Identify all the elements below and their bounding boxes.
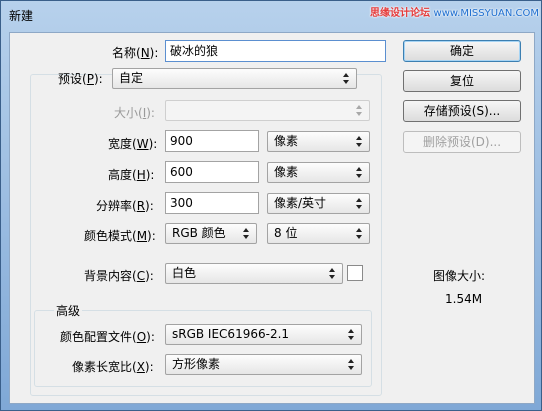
pixel-aspect-label: 像素长宽比(X): <box>72 360 154 374</box>
bit-depth-select[interactable]: 8 位 <box>267 223 370 244</box>
image-size-label: 图像大小: <box>433 269 486 283</box>
updown-arrow-icon <box>347 328 355 341</box>
preset-label: 预设(P): <box>58 72 103 86</box>
width-input[interactable]: 900 <box>165 130 259 152</box>
watermark: 思缘设计论坛 www.MISSYUAN.COM <box>370 4 539 19</box>
updown-arrow-icon <box>342 72 350 85</box>
height-unit-select[interactable]: 像素 <box>267 162 370 183</box>
color-profile-value: sRGB IEC61966-2.1 <box>172 327 290 341</box>
pixel-aspect-value: 方形像素 <box>172 357 221 371</box>
updown-arrow-icon <box>242 227 250 240</box>
updown-arrow-icon <box>328 267 336 280</box>
size-select[interactable] <box>165 100 370 121</box>
name-input[interactable]: 破冰的狼 <box>165 40 386 62</box>
background-color-swatch[interactable] <box>347 265 363 281</box>
height-label: 高度(H): <box>108 168 155 182</box>
title-bar[interactable]: 新建 思缘设计论坛 www.MISSYUAN.COM <box>1 1 541 32</box>
pixel-aspect-select[interactable]: 方形像素 <box>165 354 362 375</box>
dialog-body: 名称(N): 破冰的狼 预设(P): 自定 大小(I): 宽度(W): 900 … <box>9 32 535 404</box>
color-mode-label: 颜色模式(M): <box>84 229 156 243</box>
preset-value: 自定 <box>119 71 144 85</box>
resolution-unit-value: 像素/英寸 <box>274 196 327 210</box>
reset-button[interactable]: 复位 <box>403 70 521 92</box>
updown-arrow-icon <box>355 227 363 240</box>
color-mode-select[interactable]: RGB 颜色 <box>165 223 257 244</box>
preset-select[interactable]: 自定 <box>112 68 357 89</box>
updown-arrow-icon <box>355 135 363 148</box>
watermark-text: 思缘设计论坛 <box>370 8 431 19</box>
background-select[interactable]: 白色 <box>165 263 343 284</box>
size-label: 大小(I): <box>114 106 155 120</box>
updown-arrow-icon <box>355 197 363 210</box>
background-label: 背景内容(C): <box>84 269 154 283</box>
name-label: 名称(N): <box>112 46 159 60</box>
new-document-dialog: 新建 思缘设计论坛 www.MISSYUAN.COM 名称(N): 破冰的狼 预… <box>0 0 542 411</box>
resolution-unit-select[interactable]: 像素/英寸 <box>267 193 370 214</box>
color-profile-select[interactable]: sRGB IEC61966-2.1 <box>165 324 362 345</box>
delete-preset-button[interactable]: 删除预设(D)... <box>403 131 521 153</box>
width-unit-select[interactable]: 像素 <box>267 131 370 152</box>
advanced-group <box>34 310 372 387</box>
updown-arrow-icon <box>347 358 355 371</box>
width-label: 宽度(W): <box>108 137 158 151</box>
bit-depth-value: 8 位 <box>274 226 298 240</box>
height-input[interactable]: 600 <box>165 161 259 183</box>
updown-arrow-icon <box>355 166 363 179</box>
resolution-label: 分辨率(R): <box>96 199 154 213</box>
height-unit-value: 像素 <box>274 165 299 179</box>
watermark-site: www.MISSYUAN.COM <box>433 8 539 19</box>
background-value: 白色 <box>172 266 197 280</box>
updown-arrow-icon <box>355 104 363 117</box>
window-title: 新建 <box>9 9 34 23</box>
color-mode-value: RGB 颜色 <box>172 226 226 240</box>
ok-button[interactable]: 确定 <box>403 40 521 62</box>
advanced-title: 高级 <box>54 302 83 319</box>
image-size-value: 1.54M <box>445 292 483 306</box>
resolution-input[interactable]: 300 <box>165 192 259 214</box>
save-preset-button[interactable]: 存储预设(S)... <box>403 100 521 122</box>
width-unit-value: 像素 <box>274 134 299 148</box>
color-profile-label: 颜色配置文件(O): <box>60 330 155 344</box>
